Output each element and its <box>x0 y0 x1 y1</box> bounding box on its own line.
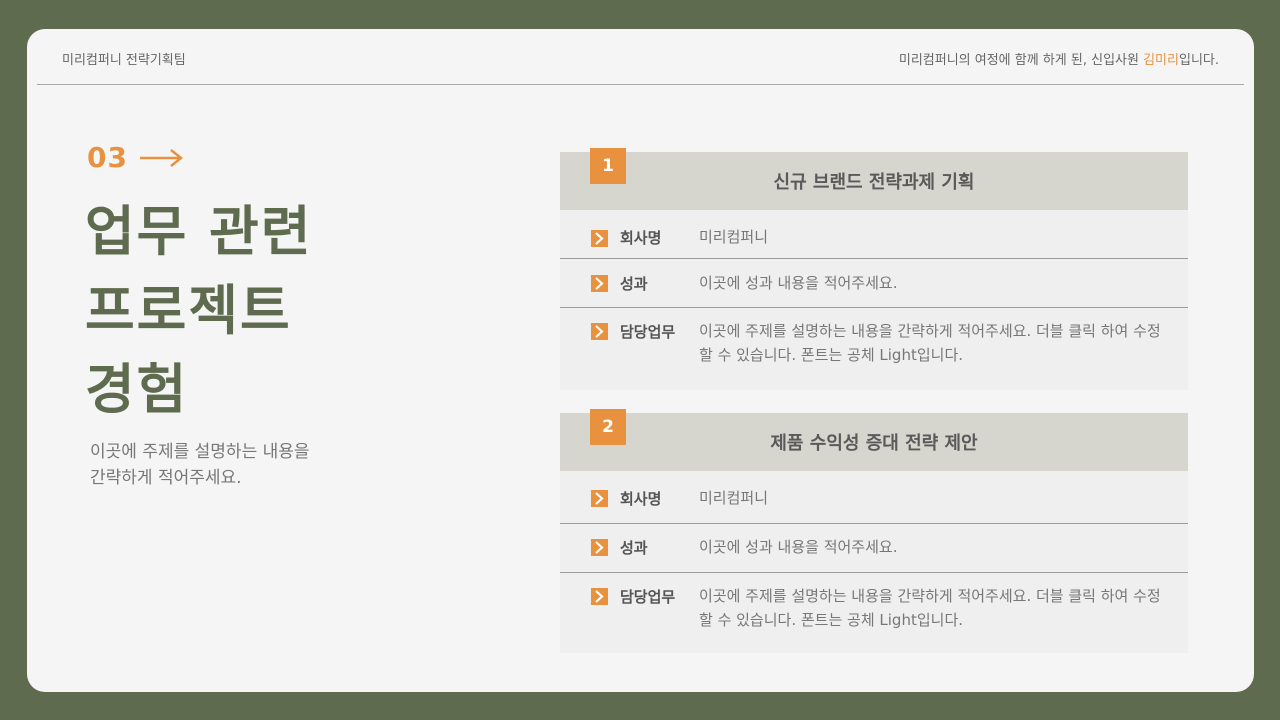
row-value: 이곳에 주제를 설명하는 내용을 간략하게 적어주세요. 더블 클릭 하여 수정… <box>699 587 1161 629</box>
row-value: 미리컴퍼니 <box>699 228 769 246</box>
project-title: 제품 수익성 증대 전략 제안 <box>770 433 978 454</box>
project-header: 1 신규 브랜드 전략과제 기획 <box>560 148 1188 210</box>
section-description: 이곳에 주제를 설명하는 내용을 간략하게 적어주세요. <box>90 439 310 491</box>
row-value: 이곳에 주제를 설명하는 내용을 간략하게 적어주세요. 더블 클릭 하여 수정… <box>699 322 1161 364</box>
chevron-right-icon <box>591 323 608 340</box>
arrow-right-icon <box>139 148 183 167</box>
chevron-right-icon <box>591 230 608 247</box>
row-label: 담당업무 <box>620 588 676 606</box>
row-label: 성과 <box>620 275 648 293</box>
intro-text: 미리컴퍼니의 여정에 함께 하게 된, 신입사원 김미리입니다. <box>899 49 1219 68</box>
row-label: 회사명 <box>620 229 662 247</box>
project-title: 신규 브랜드 전략과제 기획 <box>773 172 975 193</box>
slide-card: 미리컴퍼니 전략기획팀 미리컴퍼니의 여정에 함께 하게 된, 신입사원 김미리… <box>27 29 1254 692</box>
project-row-company: 회사명 미리컴퍼니 <box>560 210 1188 259</box>
row-value: 이곳에 성과 내용을 적어주세요. <box>699 274 898 292</box>
project-row-result: 성과 이곳에 성과 내용을 적어주세요. <box>560 524 1188 573</box>
project-row-duty: 담당업무 이곳에 주제를 설명하는 내용을 간략하게 적어주세요. 더블 클릭 … <box>560 308 1188 386</box>
project-row-company: 회사명 미리컴퍼니 <box>560 471 1188 524</box>
description-line: 간략하게 적어주세요. <box>90 468 242 488</box>
row-label: 성과 <box>620 539 648 557</box>
section-number-text: 03 <box>87 141 128 174</box>
row-label: 담당업무 <box>620 323 676 341</box>
project-header: 2 제품 수익성 증대 전략 제안 <box>560 409 1188 471</box>
page-title: 업무 관련 프로젝트 경험 <box>85 192 313 429</box>
team-label: 미리컴퍼니 전략기획팀 <box>62 53 186 68</box>
project-row-duty: 담당업무 이곳에 주제를 설명하는 내용을 간략하게 적어주세요. 더블 클릭 … <box>560 573 1188 653</box>
description-line: 이곳에 주제를 설명하는 내용을 <box>90 442 310 462</box>
intro-suffix: 입니다. <box>1178 53 1219 68</box>
title-line: 프로젝트 <box>85 279 292 342</box>
project-card-1: 1 신규 브랜드 전략과제 기획 회사명 미리컴퍼니 성과 이곳에 성과 내용을… <box>560 148 1188 390</box>
chevron-right-icon <box>591 490 608 507</box>
row-value: 이곳에 성과 내용을 적어주세요. <box>699 538 898 556</box>
row-value: 미리컴퍼니 <box>699 489 769 507</box>
chevron-right-icon <box>591 539 608 556</box>
chevron-right-icon <box>591 275 608 292</box>
title-line: 경험 <box>85 358 189 421</box>
section-number: 03 <box>87 141 184 174</box>
project-row-result: 성과 이곳에 성과 내용을 적어주세요. <box>560 259 1188 308</box>
project-card-2: 2 제품 수익성 증대 전략 제안 회사명 미리컴퍼니 성과 이곳에 성과 내용… <box>560 409 1188 653</box>
chevron-right-icon <box>591 588 608 605</box>
header-divider <box>37 84 1244 85</box>
intro-name: 김미리 <box>1143 53 1179 68</box>
intro-prefix: 미리컴퍼니의 여정에 함께 하게 된, 신입사원 <box>898 53 1144 68</box>
title-line: 업무 관련 <box>85 200 313 263</box>
row-label: 회사명 <box>620 490 662 508</box>
